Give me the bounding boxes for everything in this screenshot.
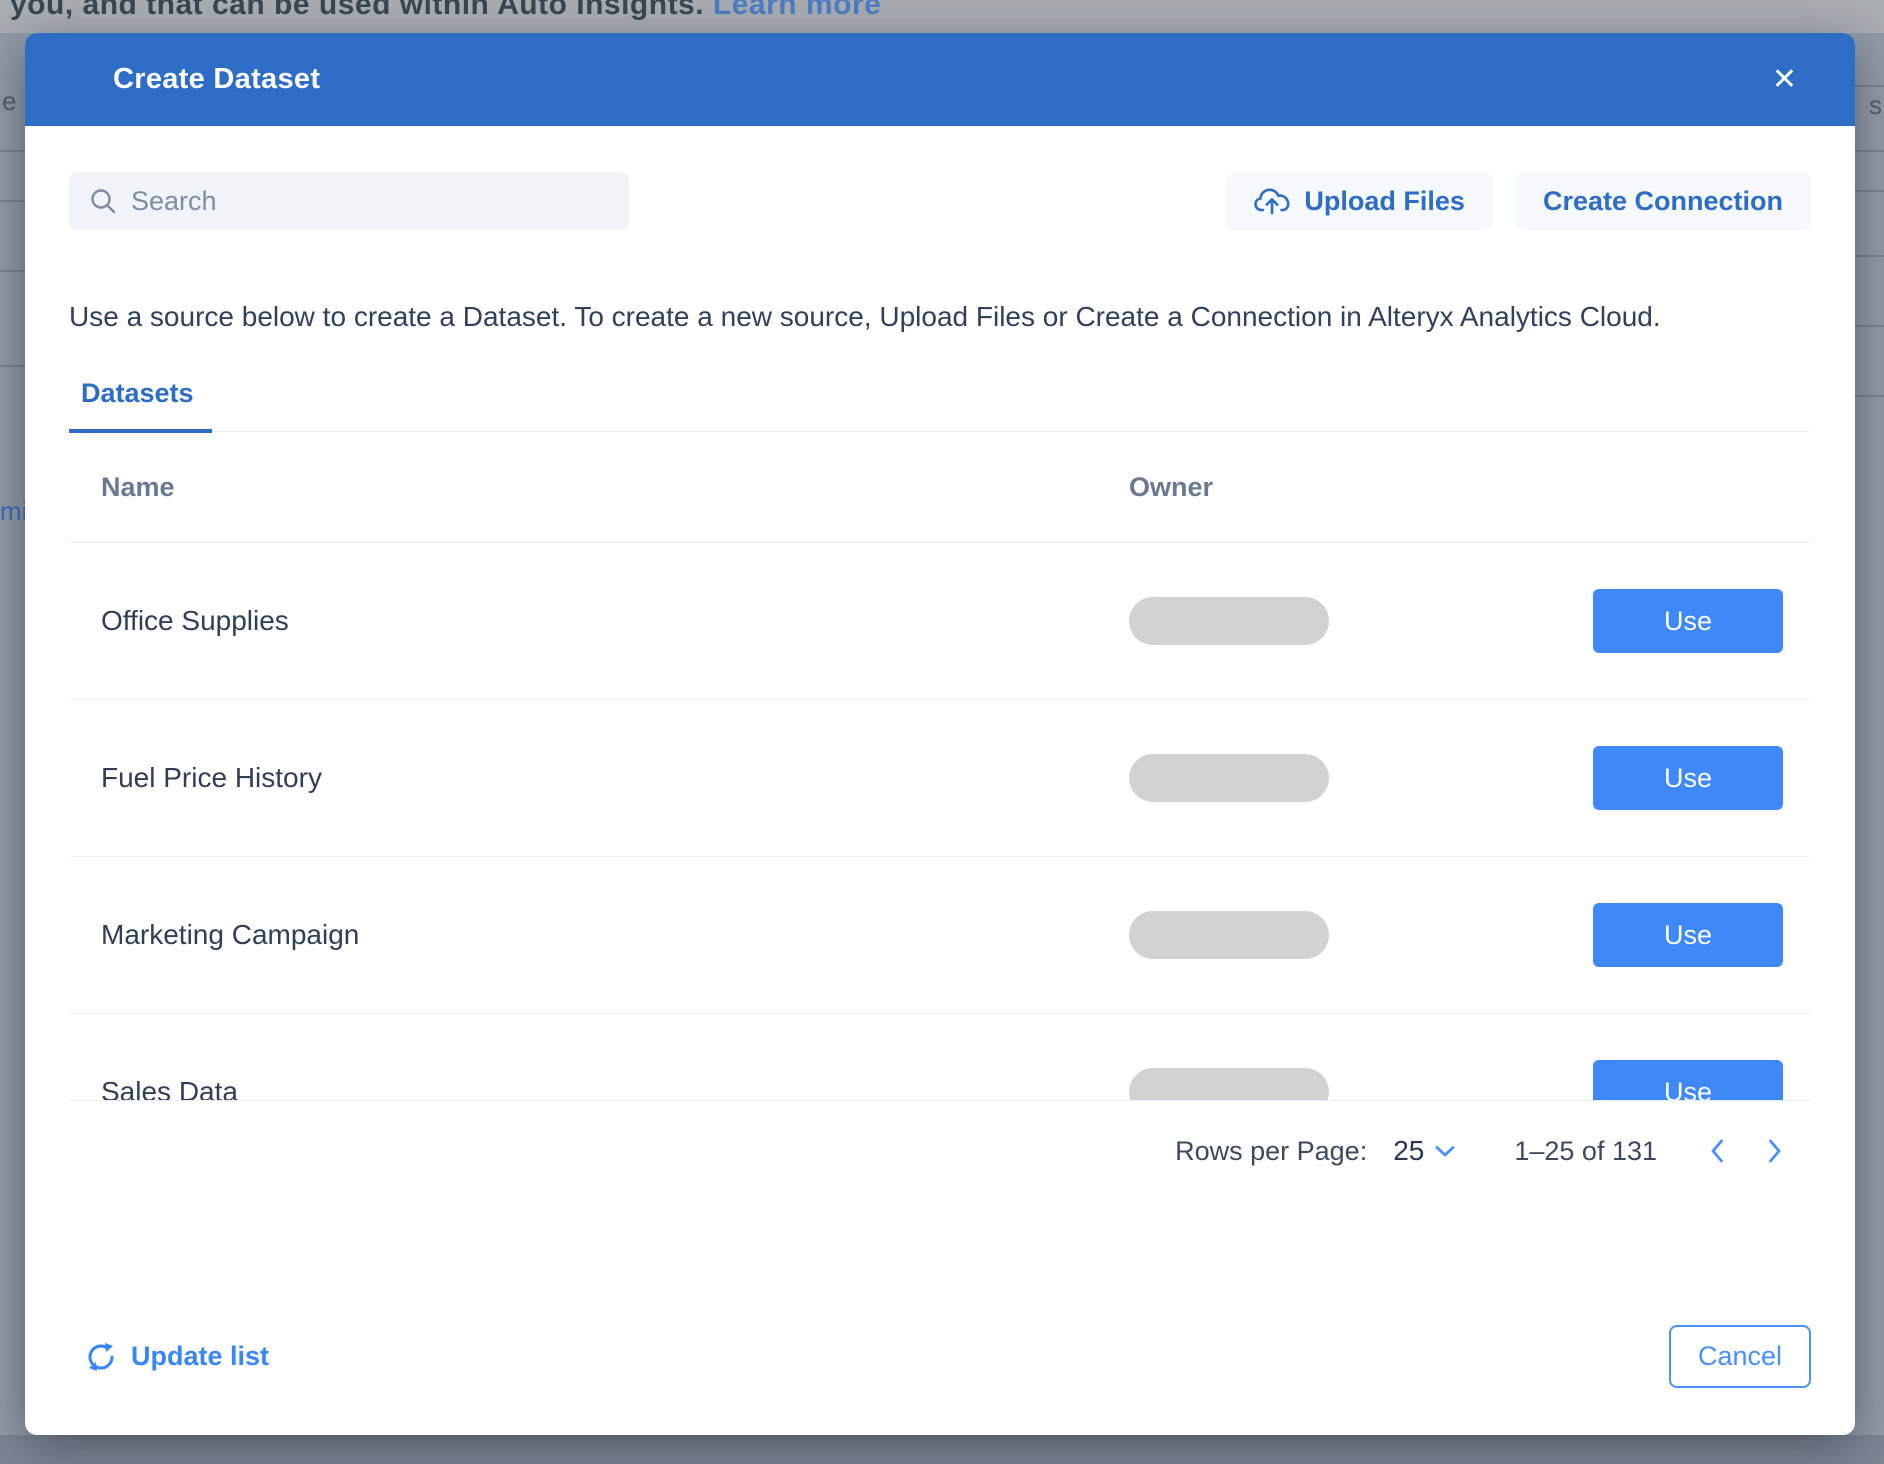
owner-cell bbox=[1105, 1068, 1557, 1101]
action-cell: Use bbox=[1593, 1060, 1811, 1101]
background-text: you, and that can be used within Auto In… bbox=[10, 0, 881, 22]
cloud-upload-icon bbox=[1254, 186, 1290, 216]
rows-per-page-label: Rows per Page: bbox=[1175, 1136, 1367, 1167]
rows-per-page-select[interactable]: 25 bbox=[1393, 1135, 1456, 1167]
toolbar: Upload Files Create Connection bbox=[69, 172, 1811, 230]
column-header-name: Name bbox=[69, 472, 1105, 503]
use-button[interactable]: Use bbox=[1593, 1060, 1783, 1101]
owner-redacted-pill bbox=[1129, 1068, 1329, 1101]
background-row-line bbox=[1855, 85, 1884, 87]
search-box[interactable] bbox=[69, 172, 629, 230]
table-row: Sales Data Use bbox=[69, 1014, 1811, 1101]
next-page-icon[interactable] bbox=[1767, 1137, 1783, 1165]
owner-redacted-pill bbox=[1129, 597, 1329, 645]
modal-body: Upload Files Create Connection Use a sou… bbox=[25, 126, 1855, 1325]
tab-datasets[interactable]: Datasets bbox=[69, 372, 212, 433]
owner-cell bbox=[1105, 597, 1557, 645]
modal-description: Use a source below to create a Dataset. … bbox=[69, 292, 1749, 342]
owner-redacted-pill bbox=[1129, 754, 1329, 802]
table-row: Marketing Campaign Use bbox=[69, 857, 1811, 1014]
background-row-line bbox=[0, 365, 25, 367]
background-page-strip: you, and that can be used within Auto In… bbox=[0, 0, 1884, 33]
update-list-label: Update list bbox=[131, 1341, 269, 1372]
table-row: Office Supplies Use bbox=[69, 543, 1811, 700]
learn-more-link: Learn more bbox=[713, 0, 881, 21]
dataset-name: Sales Data bbox=[69, 1076, 1105, 1101]
background-row-line bbox=[0, 270, 25, 272]
background-row-line bbox=[1855, 190, 1884, 192]
owner-redacted-pill bbox=[1129, 911, 1329, 959]
column-header-owner: Owner bbox=[1105, 472, 1557, 503]
owner-cell bbox=[1105, 911, 1557, 959]
rows-per-page-value: 25 bbox=[1393, 1135, 1424, 1167]
action-cell: Use bbox=[1593, 903, 1811, 967]
background-fragment-left-top: e bbox=[2, 86, 16, 117]
action-cell: Use bbox=[1593, 589, 1811, 653]
modal-footer: Update list Cancel bbox=[25, 1325, 1855, 1435]
table-row: Fuel Price History Use bbox=[69, 700, 1811, 857]
create-connection-button[interactable]: Create Connection bbox=[1515, 172, 1811, 230]
pagination: Rows per Page: 25 1–25 of 131 bbox=[69, 1101, 1811, 1201]
background-row-line bbox=[1855, 325, 1884, 327]
use-button[interactable]: Use bbox=[1593, 746, 1783, 810]
pagination-range: 1–25 of 131 bbox=[1514, 1136, 1657, 1167]
search-input[interactable] bbox=[131, 186, 609, 217]
modal-header: Create Dataset ✕ bbox=[25, 33, 1855, 126]
background-fragment-left-bottom: mi bbox=[0, 496, 27, 527]
use-button[interactable]: Use bbox=[1593, 903, 1783, 967]
background-fragment-right: s bbox=[1869, 90, 1882, 121]
owner-cell bbox=[1105, 754, 1557, 802]
background-row-line bbox=[1855, 150, 1884, 152]
chevron-down-icon bbox=[1434, 1144, 1456, 1158]
upload-files-button[interactable]: Upload Files bbox=[1226, 172, 1493, 230]
cancel-button[interactable]: Cancel bbox=[1669, 1325, 1811, 1388]
background-sentence: you, and that can be used within Auto In… bbox=[10, 0, 704, 21]
dataset-name: Marketing Campaign bbox=[69, 919, 1105, 951]
tab-bar: Datasets bbox=[69, 372, 1811, 432]
create-connection-label: Create Connection bbox=[1543, 186, 1783, 217]
dataset-name: Fuel Price History bbox=[69, 762, 1105, 794]
table-header: Name Owner bbox=[69, 432, 1811, 543]
background-row-line bbox=[0, 200, 25, 202]
background-row-line bbox=[1855, 255, 1884, 257]
pagination-nav bbox=[1709, 1137, 1783, 1165]
refresh-icon bbox=[85, 1341, 117, 1373]
use-button[interactable]: Use bbox=[1593, 589, 1783, 653]
modal-title: Create Dataset bbox=[113, 63, 320, 96]
backdrop-bottom-area bbox=[0, 1435, 1884, 1464]
close-icon[interactable]: ✕ bbox=[1762, 59, 1807, 101]
search-icon bbox=[89, 187, 117, 215]
upload-files-label: Upload Files bbox=[1304, 186, 1465, 217]
create-dataset-modal: Create Dataset ✕ Upload Files bbox=[25, 33, 1855, 1435]
update-list-button[interactable]: Update list bbox=[69, 1341, 269, 1373]
table-body[interactable]: Office Supplies Use Fuel Price History U… bbox=[69, 543, 1811, 1101]
toolbar-actions: Upload Files Create Connection bbox=[1226, 172, 1811, 230]
background-row-line bbox=[1855, 395, 1884, 397]
action-cell: Use bbox=[1593, 746, 1811, 810]
background-row-line bbox=[0, 150, 25, 152]
dataset-name: Office Supplies bbox=[69, 605, 1105, 637]
previous-page-icon[interactable] bbox=[1709, 1137, 1725, 1165]
